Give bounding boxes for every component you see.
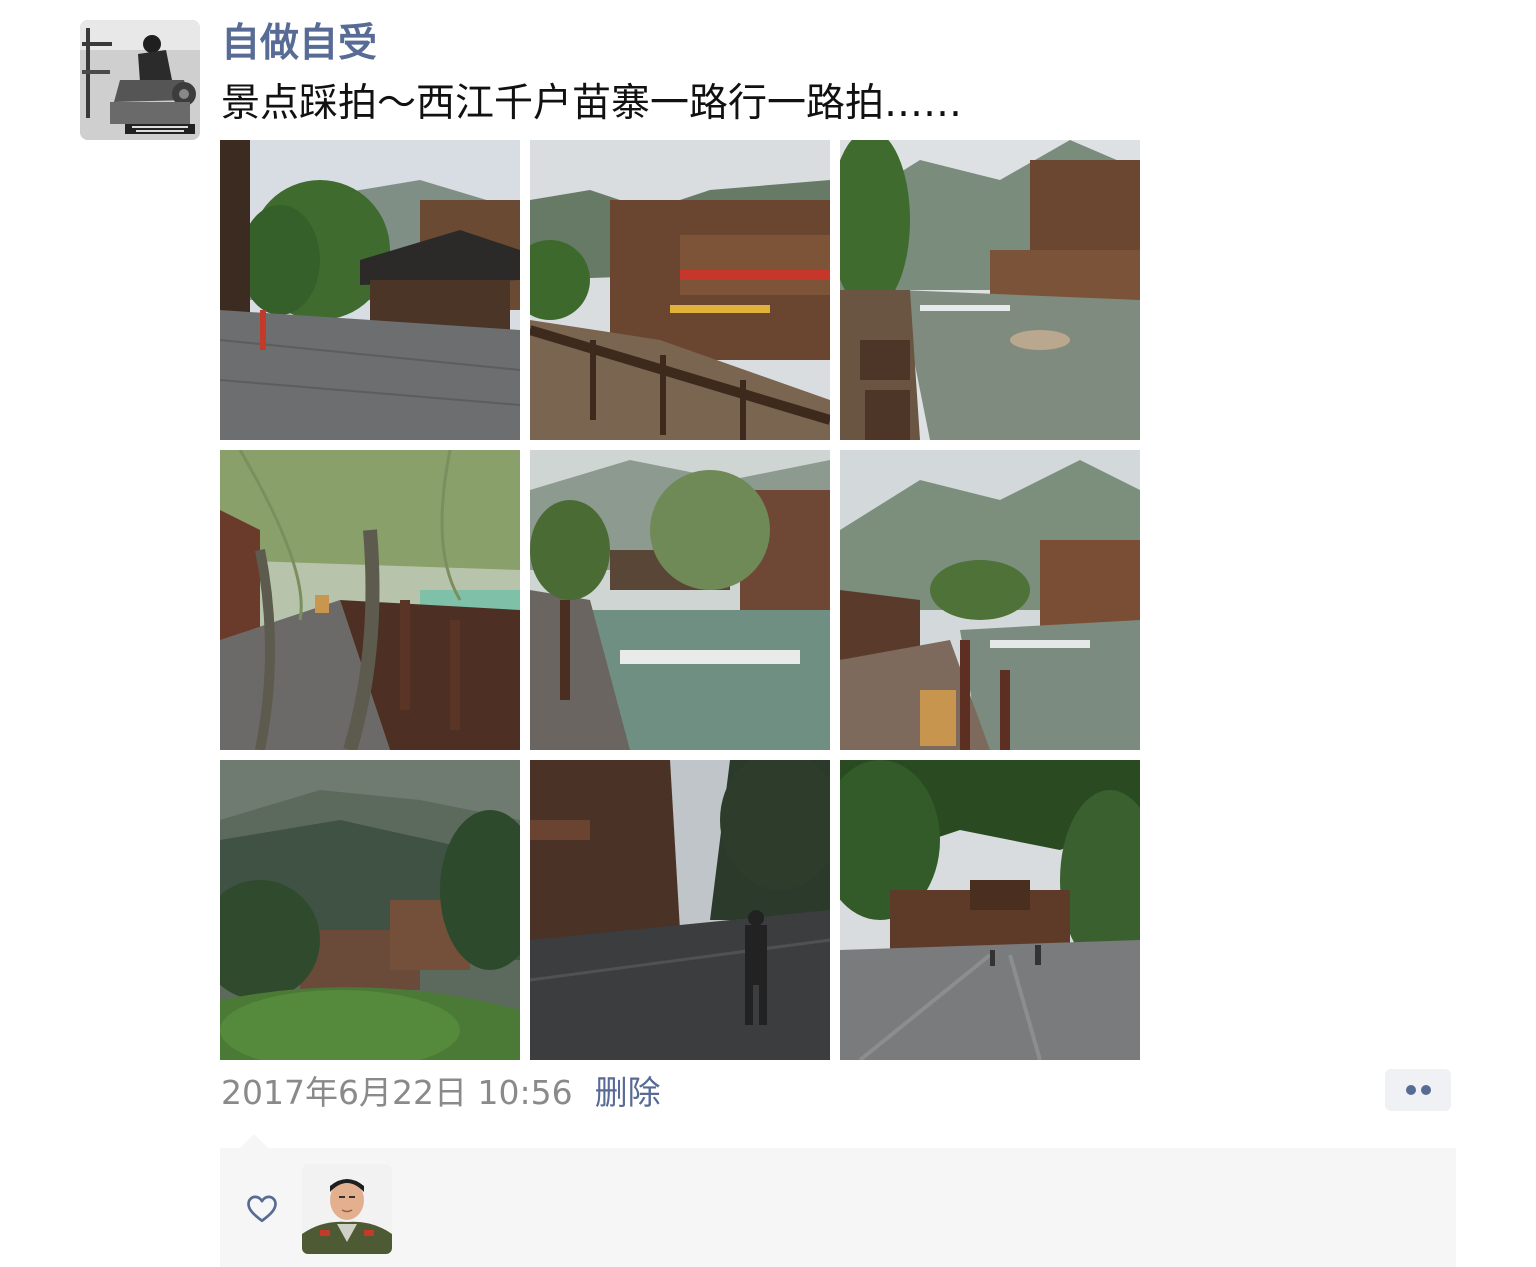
poster-avatar[interactable] [80,20,200,140]
photo-grid [220,140,1140,1060]
photo-street-pavilion[interactable] [220,140,520,440]
post-meta: 2017年6月22日 10:56 删除 [221,1066,661,1114]
more-dots-icon [1421,1085,1431,1095]
more-button[interactable] [1385,1069,1451,1111]
photo-wooden-houses-boardwalk[interactable] [530,140,830,440]
photo-misty-mountain-village[interactable] [220,760,520,1060]
moments-post: 自做自受 景点踩拍～西江千户苗寨一路行一路拍…… 2017年6月22日 10:5… [0,0,1536,1267]
photo-river-village[interactable] [840,140,1140,440]
heart-icon [247,1195,277,1223]
photo-street-trees[interactable] [840,760,1140,1060]
delete-button[interactable]: 删除 [595,1066,661,1114]
liker-avatar[interactable] [302,1164,392,1254]
more-dots-icon [1406,1085,1416,1095]
likes-panel [220,1148,1456,1267]
photo-bridge-waterfall[interactable] [530,450,830,750]
photo-street-walker[interactable] [530,760,830,1060]
poster-name[interactable]: 自做自受 [221,18,377,70]
post-text: 景点踩拍～西江千户苗寨一路行一路拍…… [221,81,963,126]
photo-willow-walkway[interactable] [220,450,520,750]
photo-boardwalk-river[interactable] [840,450,1140,750]
likes-panel-arrow [240,1134,268,1148]
post-timestamp: 2017年6月22日 10:56 [221,1073,573,1112]
